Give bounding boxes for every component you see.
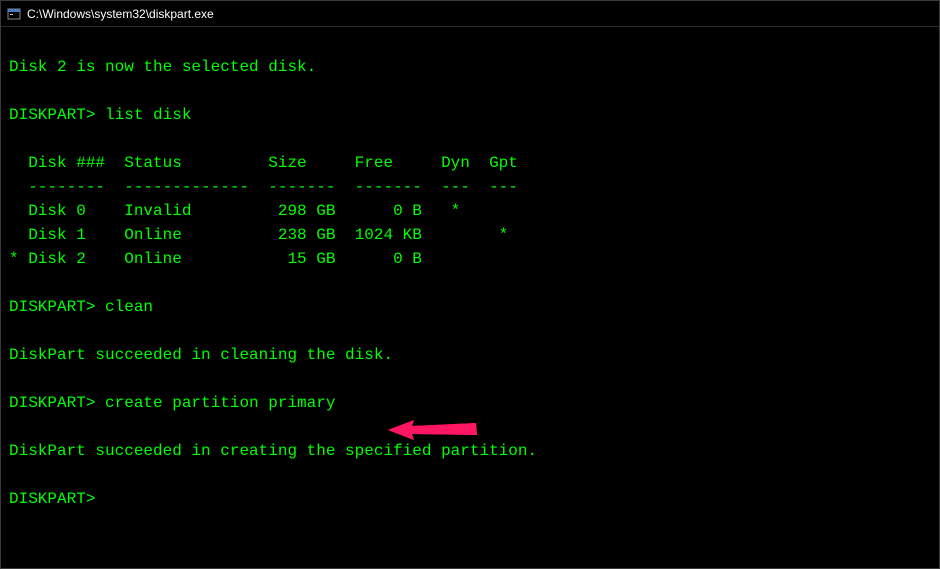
table-row: Disk 0 Invalid 298 GB 0 B *	[9, 199, 931, 223]
prompt-line: DISKPART> create partition primary	[9, 391, 931, 415]
status-line: DiskPart succeeded in cleaning the disk.	[9, 343, 931, 367]
titlebar[interactable]: C:\Windows\system32\diskpart.exe	[1, 1, 939, 27]
prompt-line: DISKPART>	[9, 487, 931, 511]
window-title: C:\Windows\system32\diskpart.exe	[27, 7, 214, 21]
window-icon	[7, 7, 21, 21]
table-row: * Disk 2 Online 15 GB 0 B	[9, 247, 931, 271]
table-header: Disk ### Status Size Free Dyn Gpt	[9, 151, 931, 175]
table-divider: -------- ------------- ------- ------- -…	[9, 175, 931, 199]
console-window: C:\Windows\system32\diskpart.exe Disk 2 …	[0, 0, 940, 569]
prompt-line: DISKPART> list disk	[9, 103, 931, 127]
console-output[interactable]: Disk 2 is now the selected disk. DISKPAR…	[1, 27, 939, 568]
table-row: Disk 1 Online 238 GB 1024 KB *	[9, 223, 931, 247]
status-line: DiskPart succeeded in creating the speci…	[9, 439, 931, 463]
prompt-line: DISKPART> clean	[9, 295, 931, 319]
status-line: Disk 2 is now the selected disk.	[9, 55, 931, 79]
